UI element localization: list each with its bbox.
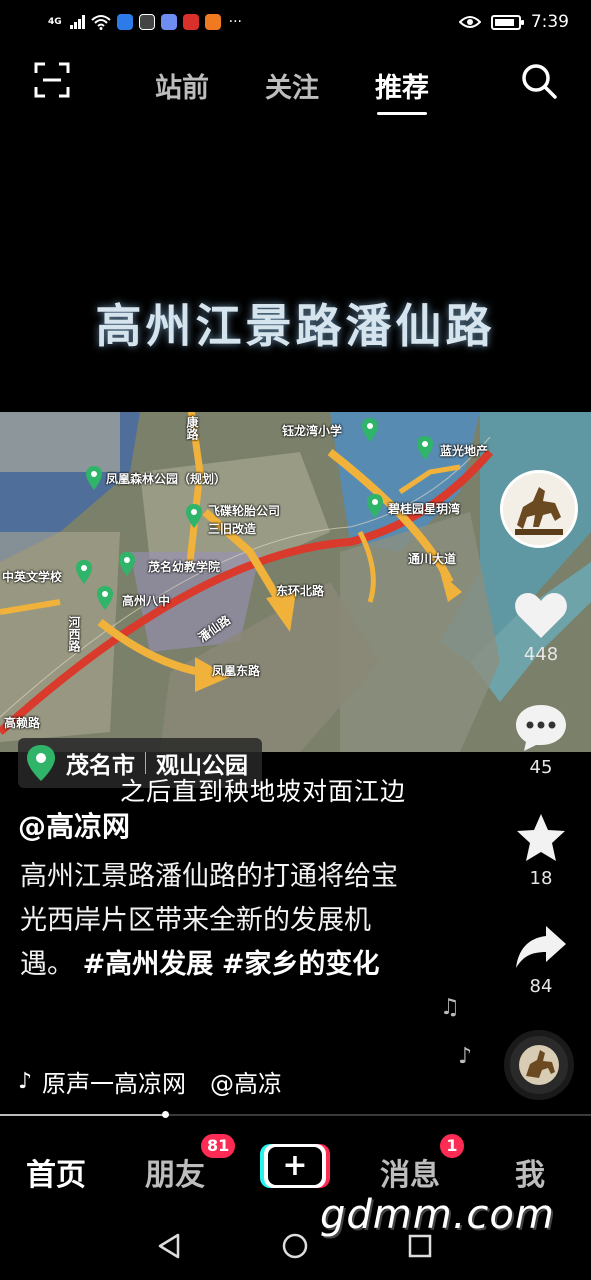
back-icon[interactable]: [156, 1232, 182, 1260]
video-progress-bar[interactable]: [0, 1111, 591, 1118]
map-pin-icon: [417, 436, 433, 460]
nav-me[interactable]: 我: [515, 1150, 545, 1194]
share-count: 84: [529, 976, 553, 997]
nav-friends[interactable]: 朋友: [145, 1150, 205, 1194]
video-caption: 高州江景路潘仙路的打通将给宝光西岸片区带来全新的发展机遇。 #高州发展 #家乡的…: [20, 855, 420, 987]
video-title: 高州江景路潘仙路: [95, 299, 496, 353]
scan-icon[interactable]: [34, 62, 70, 98]
map-pin-icon: [97, 586, 113, 610]
map-label: 钰龙湾小学: [282, 424, 343, 438]
red-app-icon: [182, 14, 199, 30]
nav-home[interactable]: 首页: [26, 1150, 86, 1194]
map-label: 高赖路: [4, 716, 41, 730]
floating-music-note-icon: ♪: [458, 1044, 473, 1069]
signal-icon: [69, 15, 85, 29]
map-road-label: 河西路: [67, 616, 81, 652]
status-left: 4G ···: [48, 14, 242, 30]
map-label: 中英文学校: [2, 570, 63, 584]
heart-icon: [515, 593, 567, 638]
feed-tabs: 站前 关注 推荐: [155, 66, 429, 115]
clock: 7:39: [530, 12, 569, 32]
messages-badge: 1: [440, 1134, 464, 1158]
author-avatar[interactable]: [500, 470, 578, 548]
floating-music-note-icon: ♫: [440, 995, 460, 1020]
more-notifications-icon: ···: [228, 14, 243, 30]
progress-handle[interactable]: [162, 1111, 170, 1118]
music-ticker[interactable]: ♪ 原声一高凉网 @高凉: [18, 1064, 318, 1099]
map-label: 凤凰森林公园（规划）: [106, 472, 227, 486]
author-name[interactable]: @高凉网: [18, 805, 130, 845]
map-label: 蓝光地产: [440, 444, 489, 458]
search-icon[interactable]: [520, 62, 558, 100]
top-nav: 站前 关注 推荐: [0, 52, 591, 115]
hashtag-link[interactable]: #家乡的变化: [222, 949, 380, 980]
map-pin-icon: [367, 494, 383, 518]
map-pin-icon: [186, 504, 202, 528]
hand-app-icon: [138, 14, 155, 30]
favorite-count: 18: [529, 868, 553, 889]
tab-recommended[interactable]: 推荐: [375, 66, 429, 115]
map-label: 飞碟轮胎公司: [208, 504, 281, 518]
bottom-nav: 首页 朋友 81 + 消息 1 我: [0, 1130, 591, 1200]
wifi-icon: [90, 15, 111, 30]
hashtag-link[interactable]: #高州发展: [83, 949, 214, 980]
map-road-label: 康路: [185, 416, 199, 440]
map-label: 茂名幼教学院: [148, 560, 221, 574]
like-button[interactable]: 448: [506, 590, 576, 665]
map-pin-icon: [86, 466, 102, 490]
create-button[interactable]: +: [264, 1144, 326, 1188]
comment-icon: [516, 705, 566, 751]
favorite-button[interactable]: 18: [506, 812, 576, 889]
system-nav-bar: [0, 1220, 591, 1280]
map-pin-icon: [76, 560, 92, 584]
video-map-frame[interactable]: 钰龙湾小学 蓝光地产 凤凰森林公园（规划） 飞碟轮胎公司 三旧改造 碧桂园星玥湾…: [0, 412, 591, 752]
recents-icon[interactable]: [408, 1234, 432, 1258]
share-arrow-icon: [516, 926, 566, 968]
horse-statue-icon: [503, 473, 575, 545]
disc-cover-icon: [519, 1045, 559, 1085]
plus-icon: +: [268, 1147, 322, 1185]
comment-count: 45: [529, 757, 553, 778]
map-label: 碧桂园星玥湾: [388, 502, 461, 516]
nav-messages[interactable]: 消息: [380, 1150, 440, 1194]
music-disc[interactable]: [504, 1030, 574, 1100]
location-pin-icon: [27, 745, 55, 781]
status-right: 7:39: [458, 12, 569, 32]
tab-following[interactable]: 关注: [265, 66, 319, 105]
comment-button[interactable]: 45: [506, 703, 576, 778]
progress-fill: [0, 1114, 166, 1116]
orange-app-icon: [204, 14, 221, 30]
music-title: 原声一高凉网 @高凉: [42, 1070, 283, 1098]
friends-badge: 81: [201, 1134, 236, 1158]
weibo-app-icon: [116, 14, 133, 30]
map-label: 高州八中: [122, 594, 171, 608]
tab-station[interactable]: 站前: [155, 66, 209, 105]
battery-icon: [490, 14, 524, 30]
map-label: 通川大道: [408, 552, 457, 566]
video-subtitle: 之后直到秧地坡对面江边: [120, 777, 407, 806]
map-pin-icon: [119, 552, 135, 576]
share-button[interactable]: 84: [506, 924, 576, 997]
location-divider: [145, 752, 146, 774]
map-label: 东环北路: [276, 584, 325, 598]
network-type: 4G: [48, 17, 62, 27]
star-icon: [517, 814, 565, 861]
eye-icon: [458, 16, 481, 28]
map-label: 三旧改造: [208, 522, 257, 536]
map-label: 凤凰东路: [212, 664, 261, 678]
like-count: 448: [523, 644, 559, 665]
map-pin-icon: [362, 418, 378, 442]
music-note-icon: ♪: [18, 1069, 33, 1094]
status-bar: 4G ··· 7:39: [0, 0, 591, 44]
home-circle-icon[interactable]: [282, 1233, 308, 1259]
music-app-icon: [160, 14, 177, 30]
